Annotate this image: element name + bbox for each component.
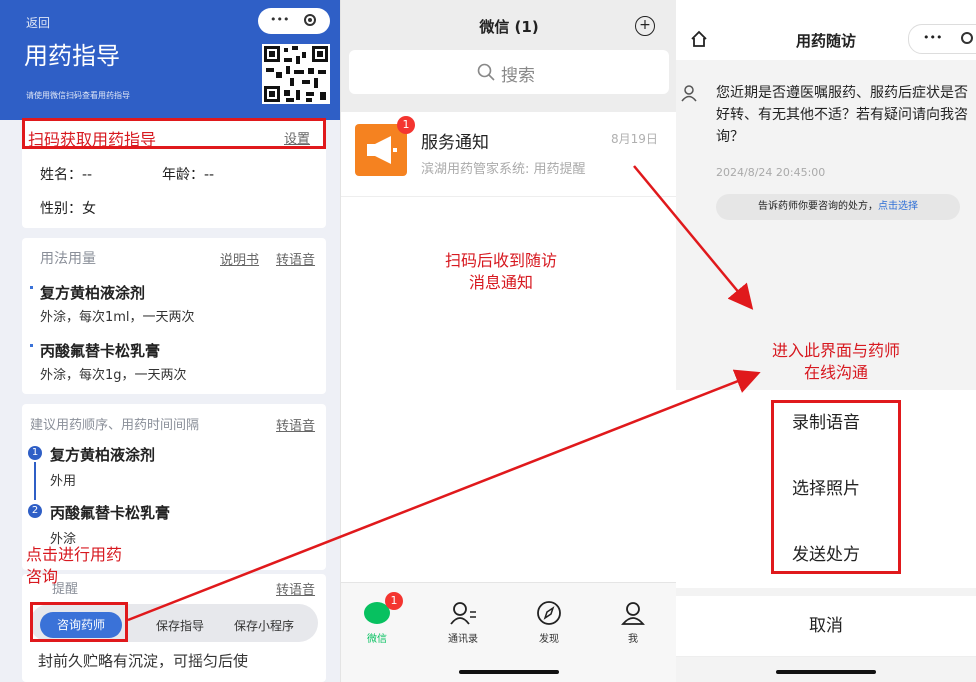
bullet-icon xyxy=(30,344,33,347)
tab-contacts[interactable]: 通讯录 xyxy=(433,600,493,645)
annotation-notice: 扫码后收到随访 消息通知 xyxy=(444,251,557,292)
tab-label: 微信 xyxy=(367,634,387,645)
drug2-name: 丙酸氟替卡松乳膏 xyxy=(40,342,161,360)
add-icon[interactable]: + xyxy=(635,16,655,36)
tab-badge: 1 xyxy=(385,592,403,610)
close-target-icon[interactable] xyxy=(961,32,973,44)
tab-label: 通讯录 xyxy=(448,634,478,645)
home-indicator xyxy=(776,670,876,674)
wechat-screen: 微信 (1) + 搜索 1 服务通知 8月19日 滨湖用药管家系统: 用药提醒 … xyxy=(340,0,678,682)
prescription-tip-text: 告诉药师你要咨询的处方， xyxy=(758,201,878,212)
tab-me[interactable]: 我 xyxy=(603,600,663,645)
order-title: 建议用药顺序、用药时间间隔 xyxy=(30,418,200,433)
medication-guide-screen: 返回 用药指导 请使用微信扫码查看用药指导 ••• 扫码获取用药指导 设置 姓名… xyxy=(0,0,340,682)
home-indicator xyxy=(459,670,559,674)
close-target-icon[interactable] xyxy=(304,14,316,26)
tab-label: 我 xyxy=(628,634,638,645)
contacts-icon xyxy=(450,602,476,625)
save-mini-program-button[interactable]: 保存小程序 xyxy=(234,617,294,634)
sheet-separator xyxy=(676,588,976,596)
manual-link[interactable]: 说明书 xyxy=(220,249,259,268)
qr-code-icon xyxy=(262,44,330,104)
unread-badge: 1 xyxy=(397,116,415,134)
chat-date: 8月19日 xyxy=(611,132,658,146)
step-1-icon: 1 xyxy=(28,446,42,460)
compass-icon xyxy=(537,601,561,625)
scan-title-highlight xyxy=(22,118,326,149)
patient-name: 姓名：-- xyxy=(40,167,93,183)
usage-card: 用法用量 说明书 转语音 复方黄柏液涂剂 外涂，每次1ml，一天两次 丙酸氟替卡… xyxy=(22,238,326,394)
mini-program-capsule: ••• xyxy=(258,8,330,34)
mini-program-capsule: ••• xyxy=(908,24,976,54)
options-highlight xyxy=(771,400,901,574)
chat-name: 服务通知 xyxy=(421,133,489,153)
tab-label: 发现 xyxy=(539,634,559,645)
drug1-dose: 外涂，每次1ml，一天两次 xyxy=(40,310,195,325)
tts-link[interactable]: 转语音 xyxy=(276,249,315,268)
chat-preview: 滨湖用药管家系统: 用药提醒 xyxy=(421,162,586,177)
step-2-icon: 2 xyxy=(28,504,42,518)
search-bar[interactable]: 搜索 xyxy=(349,50,669,94)
drug1-name: 复方黄柏液涂剂 xyxy=(40,284,146,302)
step1-name: 复方黄柏液涂剂 xyxy=(50,446,156,464)
wechat-title: 微信 (1) xyxy=(479,18,539,36)
scan-hint: 请使用微信扫码查看用药指导 xyxy=(26,91,130,100)
chat-item-service-notice[interactable]: 1 服务通知 8月19日 滨湖用药管家系统: 用药提醒 xyxy=(341,112,677,197)
pharmacist-avatar-icon xyxy=(681,85,697,102)
step2-name: 丙酸氟替卡松乳膏 xyxy=(50,504,171,522)
search-placeholder: 搜索 xyxy=(501,66,535,86)
drug2-dose: 外涂，每次1g，一天两次 xyxy=(40,368,187,383)
order-tts-link[interactable]: 转语音 xyxy=(276,415,315,434)
user-icon xyxy=(621,602,645,625)
consult-highlight xyxy=(30,602,128,642)
more-icon[interactable]: ••• xyxy=(270,13,289,26)
cancel-option[interactable]: 取消 xyxy=(676,596,976,657)
tab-discover[interactable]: 发现 xyxy=(519,600,579,645)
step-connector xyxy=(34,462,36,500)
save-guide-button[interactable]: 保存指导 xyxy=(156,617,204,634)
select-prescription-link[interactable]: 点击选择 xyxy=(878,201,918,212)
follow-up-screen: 用药随访 ••• 您近期是否遵医嘱服药、服药后症状是否好转、有无其他不适？若有疑… xyxy=(676,0,976,682)
usage-title: 用法用量 xyxy=(40,251,96,267)
step1-sub: 外用 xyxy=(50,474,77,489)
annotation-consult-online: 进入此界面与药师 在线沟通 xyxy=(771,341,900,382)
more-icon[interactable]: ••• xyxy=(923,31,942,44)
search-icon xyxy=(477,63,495,81)
remind-text: 封前久贮略有沉淀，可摇匀后使 xyxy=(38,652,249,670)
back-link[interactable]: 返回 xyxy=(26,14,50,31)
follow-up-message: 您近期是否遵医嘱服药、服药后症状是否好转、有无其他不适？若有疑问请向我咨询？ xyxy=(716,85,968,145)
annotation-consult: 点击进行用药 咨询 xyxy=(26,545,123,586)
remind-tts-link[interactable]: 转语音 xyxy=(276,579,315,598)
patient-gender: 性别：女 xyxy=(40,201,96,217)
patient-age: 年龄：-- xyxy=(162,167,215,183)
page-title: 用药指导 xyxy=(24,42,120,70)
bullet-icon xyxy=(30,286,33,289)
message-time: 2024/8/24 20:45:00 xyxy=(716,166,826,179)
prescription-tip: 告诉药师你要咨询的处方，点击选择 xyxy=(716,194,960,220)
guide-header: 返回 用药指导 请使用微信扫码查看用药指导 ••• xyxy=(0,0,340,120)
